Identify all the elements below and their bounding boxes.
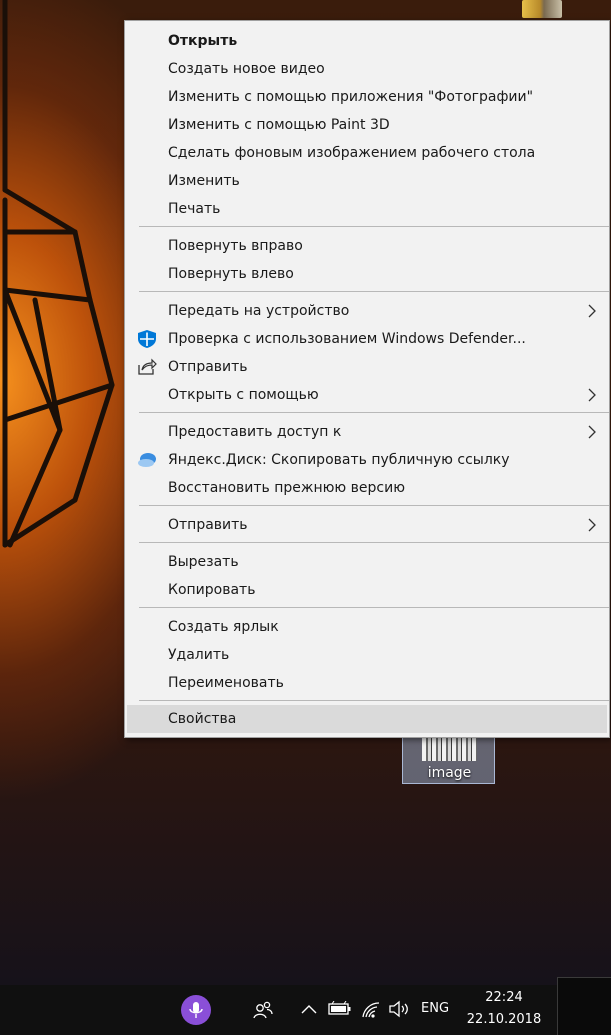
menu-separator xyxy=(139,700,609,701)
menu-item-rotate-right[interactable]: Повернуть вправо xyxy=(127,232,607,260)
menu-item-rotate-left[interactable]: Повернуть влево xyxy=(127,260,607,288)
menu-item-label: Повернуть вправо xyxy=(168,238,303,254)
menu-item-label: Проверка с использованием Windows Defend… xyxy=(168,331,526,347)
menu-item-label: Создать новое видео xyxy=(168,61,325,77)
menu-separator xyxy=(139,291,609,292)
desktop-folder-icon[interactable] xyxy=(522,0,562,18)
menu-item-label: Яндекс.Диск: Скопировать публичную ссылк… xyxy=(168,452,510,468)
menu-separator xyxy=(139,542,609,543)
clock-time[interactable]: 22:24 xyxy=(470,990,538,1005)
yandex-disk-icon xyxy=(138,453,156,467)
lamp-illustration xyxy=(2,0,115,548)
menu-item-create-video[interactable]: Создать новое видео xyxy=(127,55,607,83)
microphone-glyph-icon xyxy=(189,1002,203,1018)
menu-item-label: Передать на устройство xyxy=(168,303,350,319)
menu-item-label: Сделать фоновым изображением рабочего ст… xyxy=(168,145,536,161)
wifi-icon[interactable] xyxy=(360,999,382,1019)
chevron-up-icon[interactable] xyxy=(300,1002,318,1016)
menu-item-restore-previous-version[interactable]: Восстановить прежнюю версию xyxy=(127,474,607,502)
menu-item-defender-scan[interactable]: Проверка с использованием Windows Defend… xyxy=(127,325,607,353)
menu-item-rename[interactable]: Переименовать xyxy=(127,669,607,697)
menu-item-delete[interactable]: Удалить xyxy=(127,641,607,669)
menu-item-label: Вырезать xyxy=(168,554,239,570)
menu-item-copy[interactable]: Копировать xyxy=(127,576,607,604)
menu-item-edit[interactable]: Изменить xyxy=(127,167,607,195)
desktop-icon-label: image xyxy=(427,765,472,781)
taskbar: ENG 22:24 22.10.2018 xyxy=(0,977,611,1035)
menu-item-label: Повернуть влево xyxy=(168,266,294,282)
menu-item-label: Отправить xyxy=(168,517,248,533)
menu-separator xyxy=(139,607,609,608)
menu-item-label: Изменить xyxy=(168,173,240,189)
chevron-right-icon xyxy=(588,518,596,532)
menu-item-open-with[interactable]: Открыть с помощью xyxy=(127,381,607,409)
menu-item-label: Открыть с помощью xyxy=(168,387,319,403)
notification-center-button[interactable] xyxy=(557,977,611,1035)
menu-item-label: Изменить с помощью приложения "Фотографи… xyxy=(168,89,534,105)
menu-item-label: Переименовать xyxy=(168,675,284,691)
context-menu: Открыть Создать новое видео Изменить с п… xyxy=(124,20,610,738)
menu-item-label: Печать xyxy=(168,201,221,217)
menu-item-cast-to-device[interactable]: Передать на устройство xyxy=(127,297,607,325)
menu-item-label: Копировать xyxy=(168,582,256,598)
volume-icon[interactable] xyxy=(388,999,410,1019)
menu-item-label: Отправить xyxy=(168,359,248,375)
menu-item-open[interactable]: Открыть xyxy=(127,27,607,55)
menu-item-label: Предоставить доступ к xyxy=(168,424,342,440)
menu-item-send-to[interactable]: Отправить xyxy=(127,511,607,539)
menu-item-set-wallpaper[interactable]: Сделать фоновым изображением рабочего ст… xyxy=(127,139,607,167)
clock-date[interactable]: 22.10.2018 xyxy=(462,1012,546,1027)
menu-item-share[interactable]: Отправить xyxy=(127,353,607,381)
menu-item-label: Изменить с помощью Paint 3D xyxy=(168,117,390,133)
people-icon[interactable] xyxy=(252,999,274,1021)
chevron-right-icon xyxy=(588,388,596,402)
chevron-right-icon xyxy=(588,425,596,439)
menu-item-label: Открыть xyxy=(168,33,238,49)
menu-item-print[interactable]: Печать xyxy=(127,195,607,223)
menu-item-yandex-disk-link[interactable]: Яндекс.Диск: Скопировать публичную ссылк… xyxy=(127,446,607,474)
menu-item-label: Свойства xyxy=(168,711,237,727)
menu-item-create-shortcut[interactable]: Создать ярлык xyxy=(127,613,607,641)
cortana-microphone-icon[interactable] xyxy=(181,995,211,1025)
share-icon xyxy=(138,358,157,375)
language-indicator[interactable]: ENG xyxy=(421,1001,449,1016)
menu-item-label: Создать ярлык xyxy=(168,619,279,635)
menu-item-give-access[interactable]: Предоставить доступ к xyxy=(127,418,607,446)
menu-item-properties[interactable]: Свойства xyxy=(127,705,607,733)
menu-item-label: Восстановить прежнюю версию xyxy=(168,480,405,496)
battery-icon[interactable] xyxy=(328,1001,352,1017)
menu-item-edit-photos[interactable]: Изменить с помощью приложения "Фотографи… xyxy=(127,83,607,111)
windows-defender-icon xyxy=(138,330,156,348)
menu-separator xyxy=(139,412,609,413)
menu-item-edit-paint3d[interactable]: Изменить с помощью Paint 3D xyxy=(127,111,607,139)
menu-item-label: Удалить xyxy=(168,647,230,663)
menu-separator xyxy=(139,505,609,506)
menu-separator xyxy=(139,226,609,227)
chevron-right-icon xyxy=(588,304,596,318)
menu-item-cut[interactable]: Вырезать xyxy=(127,548,607,576)
